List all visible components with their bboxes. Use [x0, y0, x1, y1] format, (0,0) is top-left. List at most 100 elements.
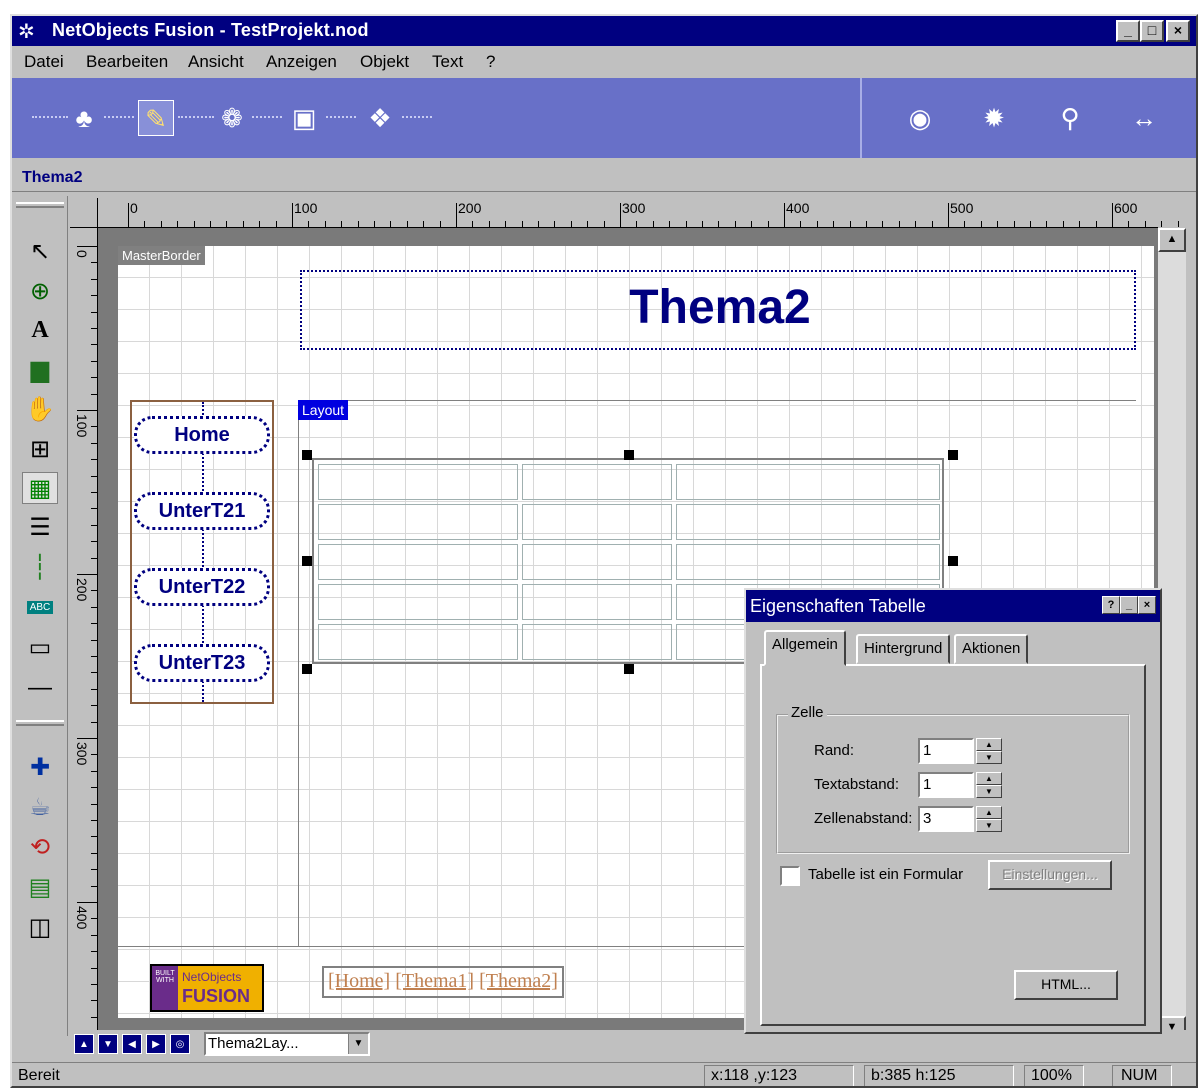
menu-anzeigen[interactable]: Anzeigen	[266, 52, 337, 72]
table-cell[interactable]	[676, 544, 940, 580]
assets-view-icon[interactable]: ▣	[286, 100, 322, 136]
table-cell[interactable]	[522, 464, 672, 500]
text-link-thema2[interactable]: [Thema2]	[479, 970, 558, 992]
rectangle-tool-icon[interactable]: ▭	[22, 632, 58, 664]
right-arrow-icon[interactable]: ▶	[146, 1034, 166, 1054]
resize-handle[interactable]	[302, 556, 312, 566]
text-padding-stepper[interactable]: ▲ ▼	[976, 772, 1002, 798]
menu-help[interactable]: ?	[486, 52, 495, 72]
text-tool-icon[interactable]: A	[22, 314, 58, 346]
down-arrow-icon[interactable]: ▼	[98, 1034, 118, 1054]
resize-handle[interactable]	[302, 664, 312, 674]
home-target-icon[interactable]: ◎	[170, 1034, 190, 1054]
site-view-icon[interactable]: ♣	[66, 100, 102, 136]
table-cell[interactable]	[318, 504, 518, 540]
nav-button-home[interactable]: Home	[134, 416, 270, 454]
chevron-down-icon[interactable]: ▼	[348, 1034, 368, 1054]
tab-allgemein[interactable]: Allgemein	[764, 630, 846, 666]
form-checkbox[interactable]	[780, 866, 800, 886]
resize-handle[interactable]	[302, 450, 312, 460]
nav-button-untert21[interactable]: UnterT21	[134, 492, 270, 530]
picture-tool-icon[interactable]: ▆	[22, 354, 58, 386]
table-cell[interactable]	[676, 504, 940, 540]
pointer-icon[interactable]: ↖	[22, 236, 58, 268]
menu-ansicht[interactable]: Ansicht	[188, 52, 244, 72]
page-select[interactable]: Thema2Lay... ▼	[204, 1032, 370, 1056]
table-cell[interactable]	[318, 584, 518, 620]
left-arrow-icon[interactable]: ◀	[122, 1034, 142, 1054]
search-icon[interactable]: ⚲	[1052, 100, 1088, 136]
banner[interactable]: Thema2	[300, 270, 1136, 350]
stepper-up-icon[interactable]: ▲	[976, 772, 1002, 785]
menu-datei[interactable]: Datei	[24, 52, 64, 72]
table-cell[interactable]	[522, 624, 672, 660]
resize-handle[interactable]	[948, 450, 958, 460]
table-cell[interactable]	[318, 464, 518, 500]
nav-button-untert23[interactable]: UnterT23	[134, 644, 270, 682]
banner-tool-icon[interactable]: ☕	[22, 792, 58, 824]
tab-hintergrund[interactable]: Hintergrund	[856, 634, 951, 664]
navigate-icon[interactable]: ↔	[1126, 100, 1162, 136]
scroll-up-button[interactable]: ▲	[1158, 228, 1186, 252]
table-cell[interactable]	[522, 584, 672, 620]
border-stepper[interactable]: ▲ ▼	[976, 738, 1002, 764]
stepper-down-icon[interactable]: ▼	[976, 751, 1002, 764]
minimize-icon[interactable]: _	[1120, 596, 1138, 614]
frame-tool-icon[interactable]: ◫	[22, 912, 58, 944]
layout-region-icon[interactable]: ⊞	[22, 434, 58, 466]
resize-handle[interactable]	[624, 664, 634, 674]
border-field[interactable]: 1	[918, 738, 974, 764]
palette-grip[interactable]	[16, 720, 64, 726]
close-button[interactable]: ×	[1166, 20, 1190, 42]
hand-tool-icon[interactable]: ✋	[22, 394, 58, 426]
settings-icon[interactable]: ✹	[976, 100, 1012, 136]
line-tool-icon[interactable]: —	[22, 672, 58, 704]
navigation-bar[interactable]: Home UnterT21 UnterT22 UnterT23	[130, 400, 274, 704]
resize-handle[interactable]	[624, 450, 634, 460]
navbar-tool-icon[interactable]: ✚	[22, 752, 58, 784]
stepper-up-icon[interactable]: ▲	[976, 806, 1002, 819]
table-cell[interactable]	[522, 504, 672, 540]
preview-icon[interactable]: ◉	[902, 100, 938, 136]
settings-button[interactable]: Einstellungen...	[988, 860, 1112, 890]
table-cell[interactable]	[318, 624, 518, 660]
text-navbar[interactable]: [Home] [Thema1] [Thema2]	[322, 966, 564, 998]
zoom-icon[interactable]: ⊕	[22, 276, 58, 308]
table-cell[interactable]	[318, 544, 518, 580]
style-view-icon[interactable]: ❁	[214, 100, 250, 136]
page-view-icon[interactable]: ✎	[138, 100, 174, 136]
text-field-icon[interactable]: ABC	[22, 592, 58, 624]
html-button[interactable]: HTML...	[1014, 970, 1118, 1000]
maximize-button[interactable]: □	[1140, 20, 1164, 42]
table-cell[interactable]	[676, 464, 940, 500]
palette-grip[interactable]	[16, 202, 64, 208]
minimize-button[interactable]: _	[1116, 20, 1140, 42]
ruler-tool-icon[interactable]: ┆	[22, 552, 58, 584]
table-tool-icon[interactable]: ▦	[22, 472, 58, 504]
stepper-down-icon[interactable]: ▼	[976, 819, 1002, 832]
menu-bearbeiten[interactable]: Bearbeiten	[86, 52, 168, 72]
menu-text[interactable]: Text	[432, 52, 463, 72]
dialog-title-bar[interactable]: Eigenschaften Tabelle ? _ ×	[746, 590, 1160, 622]
cell-spacing-field[interactable]: 3	[918, 806, 974, 832]
vertical-scrollbar[interactable]: ▲ ▼	[1158, 228, 1186, 1040]
help-icon[interactable]: ?	[1102, 596, 1120, 614]
publish-view-icon[interactable]: ❖	[362, 100, 398, 136]
tab-aktionen[interactable]: Aktionen	[954, 634, 1029, 664]
rotate-tool-icon[interactable]: ⟲	[22, 832, 58, 864]
menu-objekt[interactable]: Objekt	[360, 52, 409, 72]
text-link-thema1[interactable]: [Thema1]	[395, 970, 474, 992]
text-padding-field[interactable]: 1	[918, 772, 974, 798]
stepper-down-icon[interactable]: ▼	[976, 785, 1002, 798]
resize-handle[interactable]	[948, 556, 958, 566]
title-bar[interactable]: ✲ NetObjects Fusion - TestProjekt.nod _ …	[12, 16, 1196, 46]
form-tool-icon[interactable]: ☰	[22, 512, 58, 544]
stepper-up-icon[interactable]: ▲	[976, 738, 1002, 751]
up-arrow-icon[interactable]: ▲	[74, 1034, 94, 1054]
text-link-home[interactable]: [Home]	[328, 970, 390, 992]
cell-spacing-stepper[interactable]: ▲ ▼	[976, 806, 1002, 832]
table-cell[interactable]	[522, 544, 672, 580]
datalist-tool-icon[interactable]: ▤	[22, 872, 58, 904]
close-icon[interactable]: ×	[1138, 596, 1156, 614]
nav-button-untert22[interactable]: UnterT22	[134, 568, 270, 606]
